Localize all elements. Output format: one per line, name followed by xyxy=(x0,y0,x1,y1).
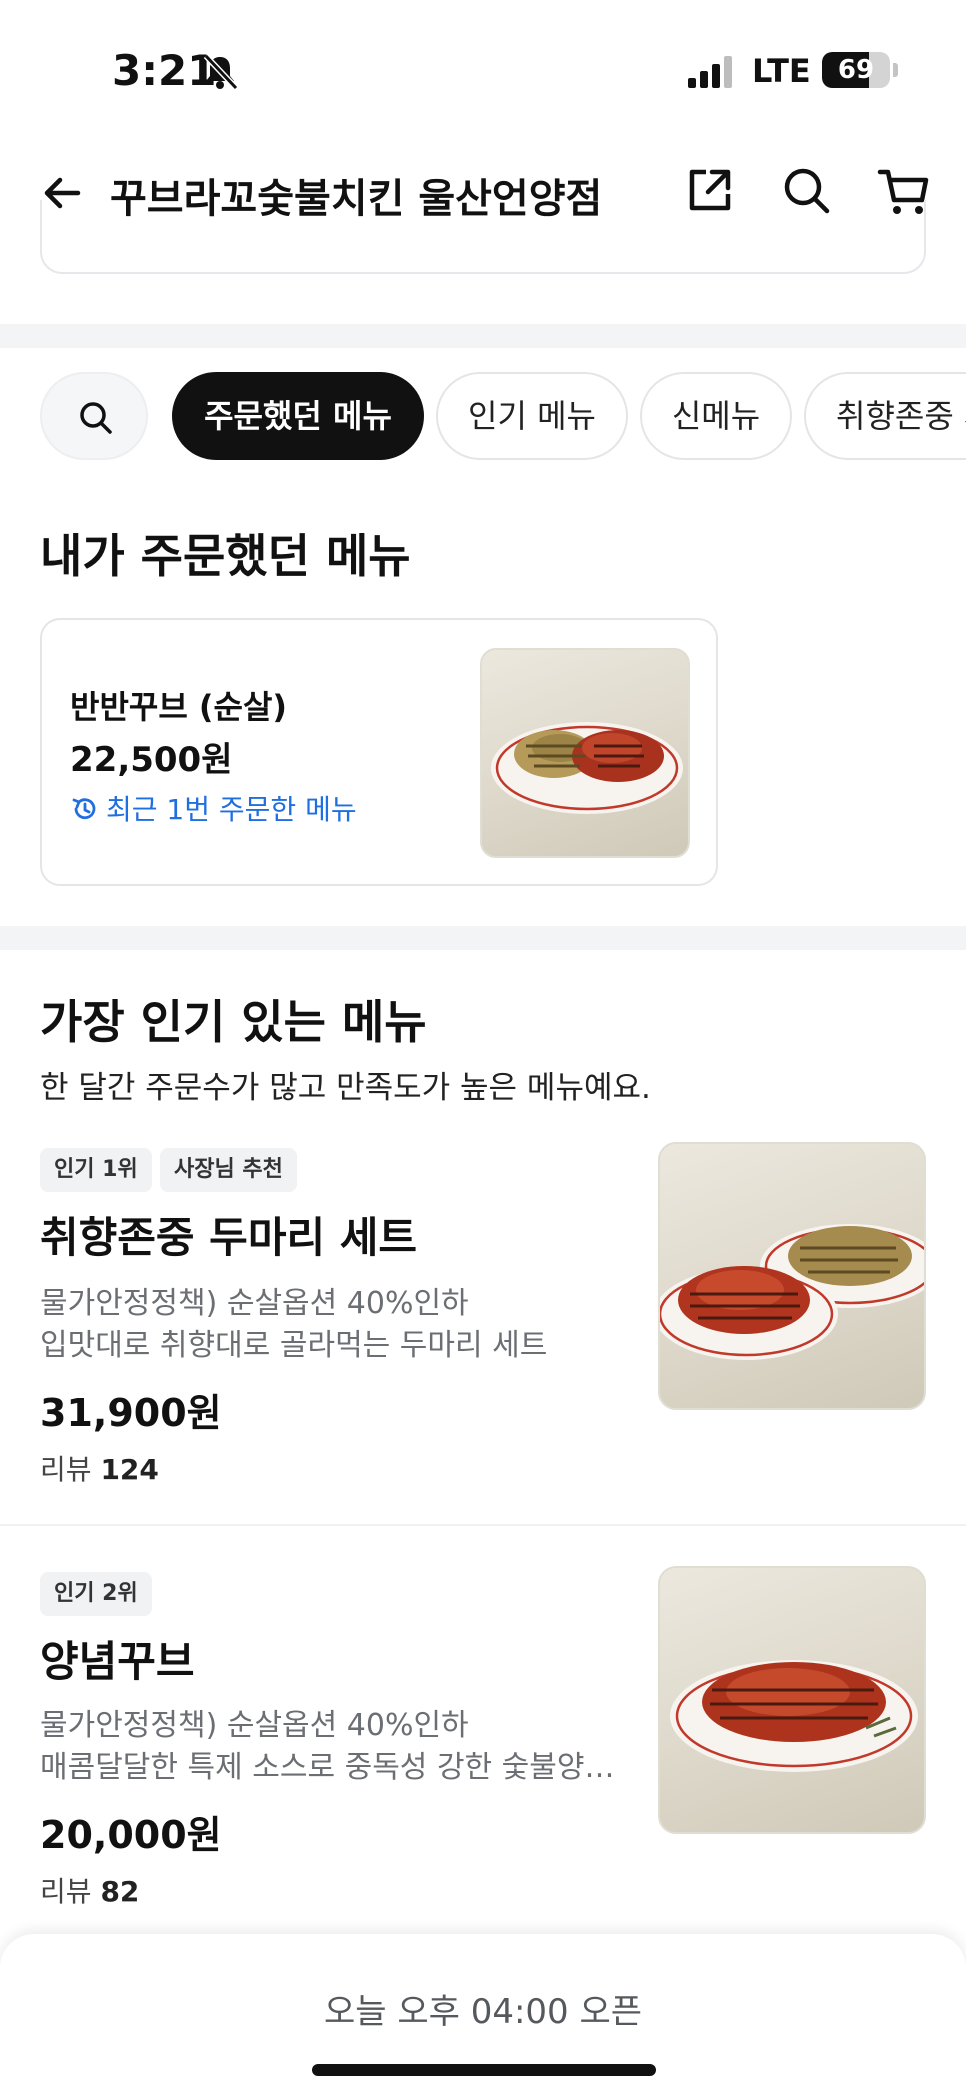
popular-section-subtitle: 한 달간 주문수가 많고 만족도가 높은 메뉴예요. xyxy=(40,1070,651,1106)
menu-item-review: 리뷰 124 xyxy=(40,1453,159,1486)
menu-item-desc-line2: 입맛대로 취향대로 골라먹는 두마리 세트 xyxy=(40,1328,548,1363)
two-chicken-plates-image xyxy=(660,1224,924,1360)
chip-popular-menu[interactable]: 인기 메뉴 xyxy=(436,372,628,460)
ordered-item-name: 반반꾸브 (순살) xyxy=(70,688,288,726)
search-icon xyxy=(80,402,112,434)
menu-item-name: 양념꾸브 xyxy=(40,1637,195,1686)
menu-item-photo xyxy=(658,1566,926,1834)
store-open-time: 오늘 오후 04:00 오픈 xyxy=(323,1992,643,2032)
home-indicator[interactable] xyxy=(312,2064,656,2076)
menu-item[interactable]: 인기 1위 사장님 추천 취향존중 두마리 세트 물가안정정책) 순살옵션 40… xyxy=(0,1142,966,1518)
status-bar: 3:21 LTE 69 xyxy=(0,0,966,140)
chip-ordered-menu[interactable]: 주문했던 메뉴 xyxy=(172,372,424,460)
section-divider xyxy=(0,324,966,348)
popular-section-title: 가장 인기 있는 메뉴 xyxy=(40,995,427,1049)
history-icon xyxy=(72,798,96,820)
battery-percent: 69 xyxy=(837,55,875,85)
signal-icon xyxy=(688,56,732,88)
network-label: LTE xyxy=(752,52,811,90)
owner-pick-badge: 사장님 추천 xyxy=(160,1148,297,1192)
ordered-menu-card[interactable]: 반반꾸브 (순살) 22,500원 최근 1번 주문한 메뉴 xyxy=(40,618,718,886)
menu-item-photo xyxy=(658,1142,926,1410)
chip-set-menu[interactable]: 취향존중 세트 xyxy=(804,372,966,460)
chicken-plate-image xyxy=(670,1660,918,1772)
chicken-plate-image xyxy=(491,722,683,814)
chip-new-menu[interactable]: 신메뉴 xyxy=(640,372,792,460)
rank-badge: 인기 1위 xyxy=(40,1148,152,1192)
menu-item-review: 리뷰 82 xyxy=(40,1875,140,1908)
bottom-status-bar: 오늘 오후 04:00 오픈 xyxy=(0,1934,966,2094)
menu-item[interactable]: 인기 2위 양념꾸브 물가안정정책) 순살옵션 40%인하 매콤달달한 특제 소… xyxy=(0,1566,966,1932)
ordered-section-title: 내가 주문했던 메뉴 xyxy=(40,529,411,583)
ordered-item-price: 22,500원 xyxy=(70,740,233,780)
rank-badge: 인기 2위 xyxy=(40,1572,152,1616)
section-divider xyxy=(0,926,966,950)
category-chips: 주문했던 메뉴 인기 메뉴 신메뉴 취향존중 세트 xyxy=(0,372,966,464)
item-separator xyxy=(0,1524,966,1526)
ordered-item-note: 최근 1번 주문한 메뉴 xyxy=(70,788,357,828)
battery-cap xyxy=(893,63,898,77)
menu-item-name: 취향존중 두마리 세트 xyxy=(40,1213,418,1262)
menu-item-price: 20,000원 xyxy=(40,1813,222,1857)
category-search-button[interactable] xyxy=(40,372,148,460)
menu-item-desc-line1: 물가안정정책) 순살옵션 40%인하 xyxy=(40,1286,469,1321)
ordered-item-photo xyxy=(480,648,690,858)
menu-item-price: 31,900원 xyxy=(40,1391,222,1435)
store-info-card xyxy=(40,200,926,274)
menu-item-desc-line1: 물가안정정책) 순살옵션 40%인하 xyxy=(40,1708,469,1743)
battery-indicator: 69 xyxy=(822,52,890,88)
bell-slash-icon xyxy=(203,53,239,91)
menu-item-desc-line2: 매콤달달한 특제 소스로 중독성 강한 숯불양념치킨 xyxy=(40,1750,630,1785)
